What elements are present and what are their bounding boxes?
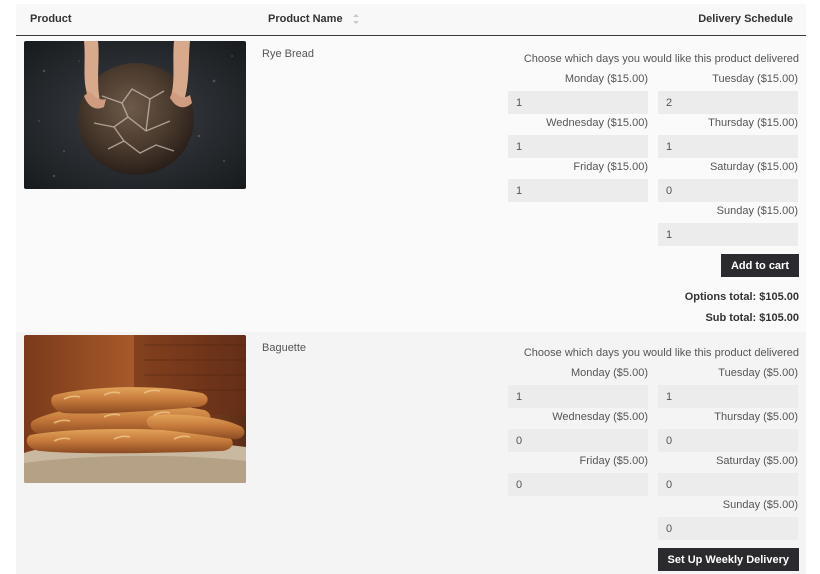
schedule-instructions: Choose which days you would like this pr… [523, 53, 799, 65]
day-label-sunday: Sunday ($15.00) [716, 205, 798, 217]
quantity-input-saturday[interactable] [658, 473, 798, 496]
day-label-tuesday: Tuesday ($5.00) [718, 367, 798, 379]
day-label-friday: Friday ($5.00) [579, 455, 648, 467]
day-label-thursday: Thursday ($15.00) [708, 117, 798, 129]
options-total: Options total: $105.00 [684, 291, 799, 303]
column-header-product-name[interactable]: Product Name [268, 13, 359, 25]
table-header: Product Product Name Delivery Schedule [16, 4, 806, 36]
rye-bread-photo-icon [24, 41, 246, 189]
quantity-input-friday[interactable] [508, 473, 648, 496]
quantity-input-saturday[interactable] [658, 179, 798, 202]
table-row: Rye Bread Choose which days you would li… [16, 38, 806, 332]
quantity-input-monday[interactable] [508, 385, 648, 408]
sort-icon[interactable] [352, 14, 359, 25]
quantity-input-sunday[interactable] [658, 223, 798, 246]
column-header-delivery-schedule: Delivery Schedule [698, 13, 793, 25]
sub-total: Sub total: $105.00 [705, 312, 799, 324]
day-label-sunday: Sunday ($5.00) [722, 499, 798, 511]
day-label-tuesday: Tuesday ($15.00) [712, 73, 798, 85]
day-label-saturday: Saturday ($15.00) [709, 161, 798, 173]
day-label-monday: Monday ($15.00) [564, 73, 648, 85]
quantity-input-tuesday[interactable] [658, 385, 798, 408]
subscription-table: Product Product Name Delivery Schedule R… [16, 4, 806, 574]
column-header-product-name-label: Product Name [268, 13, 343, 25]
quantity-input-wednesday[interactable] [508, 135, 648, 158]
quantity-input-thursday[interactable] [658, 429, 798, 452]
add-to-cart-button[interactable]: Add to cart [720, 254, 799, 277]
rye-bread-image [24, 41, 246, 189]
baguette-image [24, 335, 246, 483]
day-label-wednesday: Wednesday ($15.00) [546, 117, 648, 129]
baguette-photo-icon [24, 335, 246, 483]
day-label-wednesday: Wednesday ($5.00) [552, 411, 648, 423]
set-up-weekly-delivery-button[interactable]: Set Up Weekly Delivery [657, 548, 799, 571]
column-header-product: Product [30, 13, 72, 25]
day-label-saturday: Saturday ($5.00) [716, 455, 798, 467]
quantity-input-monday[interactable] [508, 91, 648, 114]
day-label-monday: Monday ($5.00) [570, 367, 648, 379]
schedule-instructions: Choose which days you would like this pr… [523, 347, 799, 359]
day-label-thursday: Thursday ($5.00) [714, 411, 798, 423]
table-row: Baguette Choose which days you would lik… [16, 332, 806, 574]
quantity-input-thursday[interactable] [658, 135, 798, 158]
quantity-input-friday[interactable] [508, 179, 648, 202]
product-name[interactable]: Baguette [262, 342, 306, 354]
quantity-input-tuesday[interactable] [658, 91, 798, 114]
quantity-input-sunday[interactable] [658, 517, 798, 540]
day-label-friday: Friday ($15.00) [573, 161, 648, 173]
product-name[interactable]: Rye Bread [262, 48, 314, 60]
quantity-input-wednesday[interactable] [508, 429, 648, 452]
